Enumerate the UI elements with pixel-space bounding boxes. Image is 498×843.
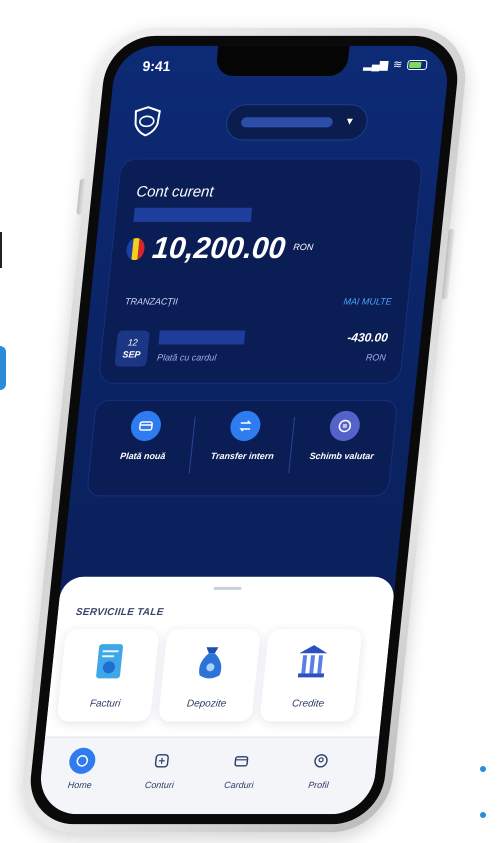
transaction-day: 12: [127, 337, 139, 348]
transaction-date: 12 SEP: [114, 330, 150, 367]
notch: [215, 45, 350, 77]
bank-logo-icon: [134, 106, 161, 137]
exchange-icon: [328, 410, 362, 442]
transaction-currency: RON: [365, 352, 387, 363]
balance-row: 10,200.00 RON: [125, 232, 315, 266]
wifi-icon: ≋: [392, 58, 403, 72]
tab-home-label: Home: [67, 779, 93, 790]
services-sheet: SERVICIILE TALE Facturi Depozite Credite: [44, 576, 396, 738]
accounts-icon: [148, 748, 177, 774]
credits-label: Credite: [291, 698, 325, 710]
cards-icon: [227, 748, 256, 774]
transaction-merchant-mask: [158, 330, 246, 345]
transaction-amount: -430.00: [346, 330, 389, 345]
new-payment-label: Plată nouă: [119, 451, 166, 462]
service-deposits[interactable]: Depozite: [157, 629, 262, 722]
signal-icon: ▂▄▆: [362, 58, 389, 72]
service-credits[interactable]: Credite: [259, 629, 363, 722]
internal-transfer-label: Transfer intern: [210, 451, 275, 462]
transaction-month: SEP: [122, 349, 141, 360]
tab-accounts[interactable]: Conturi: [125, 748, 197, 790]
tab-cards[interactable]: Carduri: [205, 748, 277, 790]
account-card[interactable]: Cont curent 10,200.00 RON TRANZACȚII MAI…: [97, 158, 424, 384]
quick-actions: Plată nouă Transfer intern Schimb valuta…: [85, 399, 399, 497]
transaction-description: Plată cu cardul: [156, 352, 217, 363]
money-bag-icon: [199, 647, 222, 679]
payment-icon: [129, 410, 163, 442]
internal-transfer-button[interactable]: Transfer intern: [194, 410, 295, 462]
home-icon: [68, 747, 97, 774]
tab-profile[interactable]: Profil: [284, 748, 356, 790]
account-selector-mask: [240, 117, 334, 128]
account-title: Cont curent: [135, 183, 215, 201]
romania-flag-icon: [125, 237, 146, 261]
deposits-label: Depozite: [186, 698, 227, 710]
phone-device: 9:41 ▂▄▆ ≋ ▼ Cont curent 10,200.00 RON T…: [17, 27, 471, 833]
transactions-label: TRANZACȚII: [124, 296, 179, 307]
transfer-icon: [228, 410, 262, 442]
new-payment-button[interactable]: Plată nouă: [95, 410, 196, 462]
invoices-label: Facturi: [89, 698, 121, 710]
phone-mockup: 9:41 ▂▄▆ ≋ ▼ Cont curent 10,200.00 RON T…: [0, 2, 498, 840]
currency-exchange-label: Schimb valutar: [309, 451, 375, 462]
status-icons: ▂▄▆ ≋: [363, 58, 428, 71]
chevron-down-icon: ▼: [344, 116, 356, 128]
tab-home[interactable]: Home: [45, 747, 117, 790]
battery-icon: [406, 59, 428, 70]
invoice-icon: [96, 644, 123, 679]
service-invoices[interactable]: Facturi: [56, 629, 160, 722]
bottom-tab-bar: Home Conturi Carduri Profil: [36, 736, 380, 815]
account-number-mask: [133, 207, 253, 222]
balance-currency: RON: [292, 241, 314, 253]
balance-amount: 10,200.00: [150, 231, 287, 266]
tab-cards-label: Carduri: [223, 779, 255, 790]
bank-icon: [297, 645, 328, 678]
more-transactions-link[interactable]: MAI MULTE: [343, 296, 392, 306]
currency-exchange-button[interactable]: Schimb valutar: [293, 410, 394, 462]
transaction-row[interactable]: 12 SEP Plată cu cardul -430.00 RON: [114, 330, 389, 368]
services-title: SERVICIILE TALE: [75, 606, 165, 619]
status-time: 9:41: [141, 57, 172, 75]
tab-profile-label: Profil: [307, 779, 330, 790]
account-selector[interactable]: ▼: [224, 104, 370, 141]
sheet-handle[interactable]: [213, 586, 242, 590]
profile-icon: [307, 748, 336, 774]
tab-accounts-label: Conturi: [144, 779, 175, 790]
